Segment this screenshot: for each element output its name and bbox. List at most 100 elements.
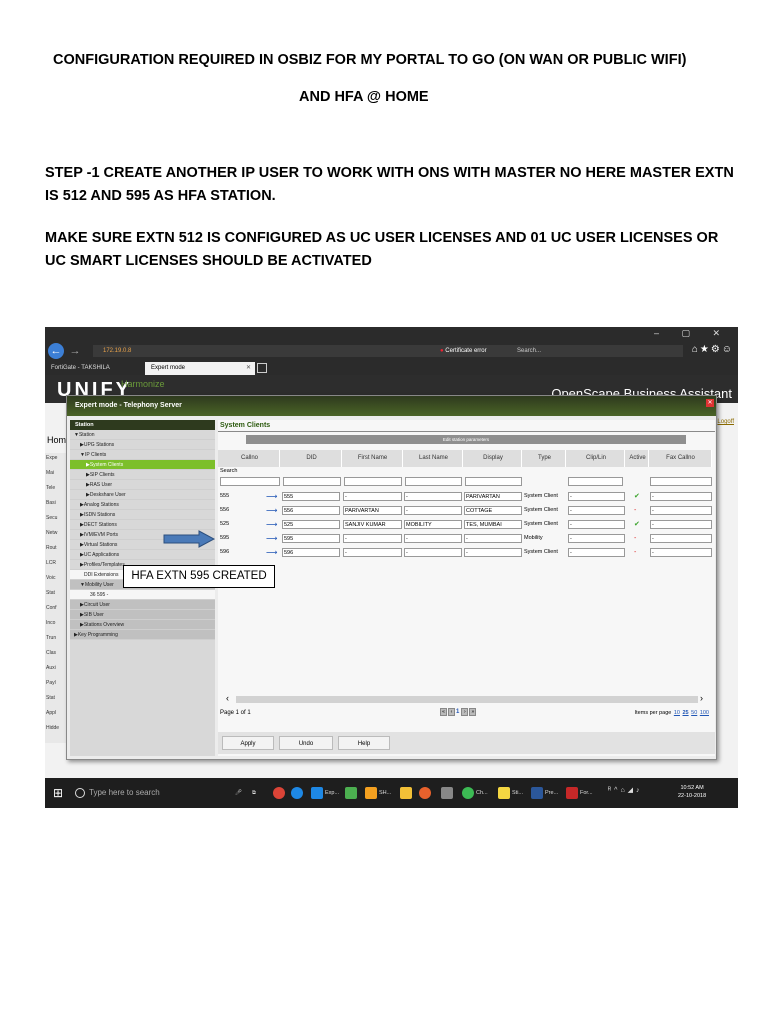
last-name-input[interactable]: - [404, 492, 462, 501]
undo-button[interactable]: Undo [279, 736, 333, 750]
taskbar-folder-icon[interactable] [400, 786, 414, 800]
display-input[interactable]: PARIVARTAN [464, 492, 522, 501]
tree-item[interactable]: ▶Stations Overview [70, 620, 215, 630]
tree-item[interactable]: ▶UC Applications [70, 550, 215, 560]
bg-sidebar-item[interactable]: Rout [46, 545, 57, 551]
bg-sidebar-item[interactable]: Inco [46, 620, 55, 626]
last-name-input[interactable]: MOBILITY [404, 520, 462, 529]
column-header[interactable]: Callno [220, 450, 280, 467]
column-header[interactable]: Fax Callno [650, 450, 712, 467]
scroll-left-icon[interactable]: ‹ [226, 693, 229, 703]
next-page-icon[interactable]: › [461, 708, 469, 716]
active-check-icon[interactable]: ✔ [634, 520, 646, 529]
search-filter-input[interactable] [465, 477, 522, 486]
search-filter-input[interactable] [220, 477, 280, 486]
column-header[interactable]: Type [524, 450, 566, 467]
system-tray[interactable]: ᴿ^⌂◢♪ [608, 786, 643, 794]
first-name-input[interactable]: - [343, 492, 402, 501]
display-input[interactable]: COTTAGE [464, 506, 522, 515]
tree-item[interactable]: ▼IP Clients [70, 450, 215, 460]
inactive-icon[interactable]: - [634, 506, 646, 515]
taskbar-app-ch[interactable]: Ch... [462, 786, 488, 800]
back-icon[interactable]: ← [48, 343, 64, 359]
bg-sidebar-item[interactable]: Trun [46, 635, 56, 641]
clip-input[interactable]: - [568, 492, 625, 501]
inactive-icon[interactable]: - [634, 534, 646, 543]
bg-sidebar-item[interactable]: Stat [46, 590, 55, 596]
scroll-right-icon[interactable]: › [700, 693, 703, 703]
did-input[interactable]: 525 [282, 520, 340, 529]
tree-item[interactable]: ▶SIP Clients [70, 470, 215, 480]
bg-sidebar-item[interactable]: Clas [46, 650, 56, 656]
fax-input[interactable]: - [650, 492, 712, 501]
horizontal-scrollbar[interactable] [236, 696, 698, 703]
clip-input[interactable]: - [568, 548, 625, 557]
forward-icon[interactable]: → [67, 343, 83, 359]
search-filter-input[interactable] [344, 477, 402, 486]
did-input[interactable]: 555 [282, 492, 340, 501]
bg-sidebar-item[interactable]: Payl [46, 680, 56, 686]
fax-input[interactable]: - [650, 520, 712, 529]
tree-item[interactable]: ▶DECT Stations [70, 520, 215, 530]
page-number[interactable]: 1 [456, 709, 459, 715]
bg-sidebar-item[interactable]: LCR [46, 560, 56, 566]
display-input[interactable]: - [464, 534, 522, 543]
bg-sidebar-item[interactable]: Tele [46, 485, 55, 491]
tree-item[interactable]: ▶Deskshare User [70, 490, 215, 500]
active-check-icon[interactable]: ✔ [634, 492, 646, 501]
taskbar-app-sh[interactable]: SH... [365, 786, 391, 800]
inactive-icon[interactable]: - [634, 548, 646, 557]
tree-item[interactable]: ▶ISDN Stations [70, 510, 215, 520]
first-name-input[interactable]: - [343, 548, 402, 557]
fax-input[interactable]: - [650, 506, 712, 515]
taskbar-app-explorer[interactable]: Exp... [311, 786, 339, 800]
tab-expert-mode[interactable]: Expert mode ✕ [145, 362, 255, 375]
bg-sidebar-item[interactable]: Conf [46, 605, 57, 611]
bg-sidebar-item[interactable]: Mai [46, 470, 54, 476]
taskbar-app-forti[interactable]: For... [566, 786, 593, 800]
clip-input[interactable]: - [568, 506, 625, 515]
search-filter-input[interactable] [283, 477, 341, 486]
arrow-icon[interactable]: ⟶ [266, 492, 280, 501]
taskbar-green-icon[interactable] [345, 786, 359, 800]
bg-sidebar-item[interactable]: Auxi [46, 665, 56, 671]
clip-input[interactable]: - [568, 520, 625, 529]
browser-search-input[interactable]: Search... [513, 345, 683, 357]
arrow-icon[interactable]: ⟶ [266, 506, 280, 515]
column-header[interactable]: Last Name [405, 450, 463, 467]
new-tab-button[interactable] [257, 363, 267, 373]
tab-fortigate[interactable]: FortiGate - TAKSHILA [45, 362, 145, 375]
arrow-icon[interactable]: ⟶ [266, 548, 280, 557]
edit-station-parameters-bar[interactable]: Edit station parameters [246, 435, 686, 444]
logoff-link[interactable]: Logoff [717, 419, 734, 425]
tree-item[interactable]: ▶RAS User [70, 480, 215, 490]
did-input[interactable]: 596 [282, 548, 340, 557]
last-name-input[interactable]: - [404, 548, 462, 557]
taskbar-taskview-icon[interactable]: ⧉ [252, 786, 256, 800]
help-button[interactable]: Help [338, 736, 390, 750]
tree-item[interactable]: ▶Analog Stations [70, 500, 215, 510]
clip-input[interactable]: - [568, 534, 625, 543]
items-per-page-25[interactable]: 25 [683, 710, 689, 716]
taskbar-app-word[interactable]: Pre... [531, 786, 558, 800]
column-header[interactable]: Active [627, 450, 649, 467]
display-input[interactable]: TES, MUMBAI [464, 520, 522, 529]
items-per-page-50[interactable]: 50 [691, 710, 697, 716]
browser-toolbar-icons[interactable]: ⌂★⚙☺ [692, 344, 734, 355]
taskbar-mic-icon[interactable]: 🎤︎ [235, 786, 242, 800]
taskbar-search[interactable]: Type here to search [71, 778, 231, 808]
bg-sidebar-item[interactable]: Hidde [46, 725, 59, 731]
fax-input[interactable]: - [650, 534, 712, 543]
first-name-input[interactable]: SANJIV KUMAR [343, 520, 402, 529]
column-header[interactable]: DID [282, 450, 342, 467]
bg-sidebar-item[interactable]: Voic [46, 575, 55, 581]
last-name-input[interactable]: - [404, 506, 462, 515]
taskbar-tool-icon[interactable] [441, 786, 455, 800]
bg-sidebar-item[interactable]: Secu [46, 515, 57, 521]
close-tab-icon[interactable]: ✕ [246, 362, 251, 375]
last-name-input[interactable]: - [404, 534, 462, 543]
did-input[interactable]: 595 [282, 534, 340, 543]
last-page-icon[interactable]: » [469, 708, 477, 716]
bg-sidebar-item[interactable]: Netw [46, 530, 57, 536]
tree-item[interactable]: ▶System Clients [70, 460, 215, 470]
